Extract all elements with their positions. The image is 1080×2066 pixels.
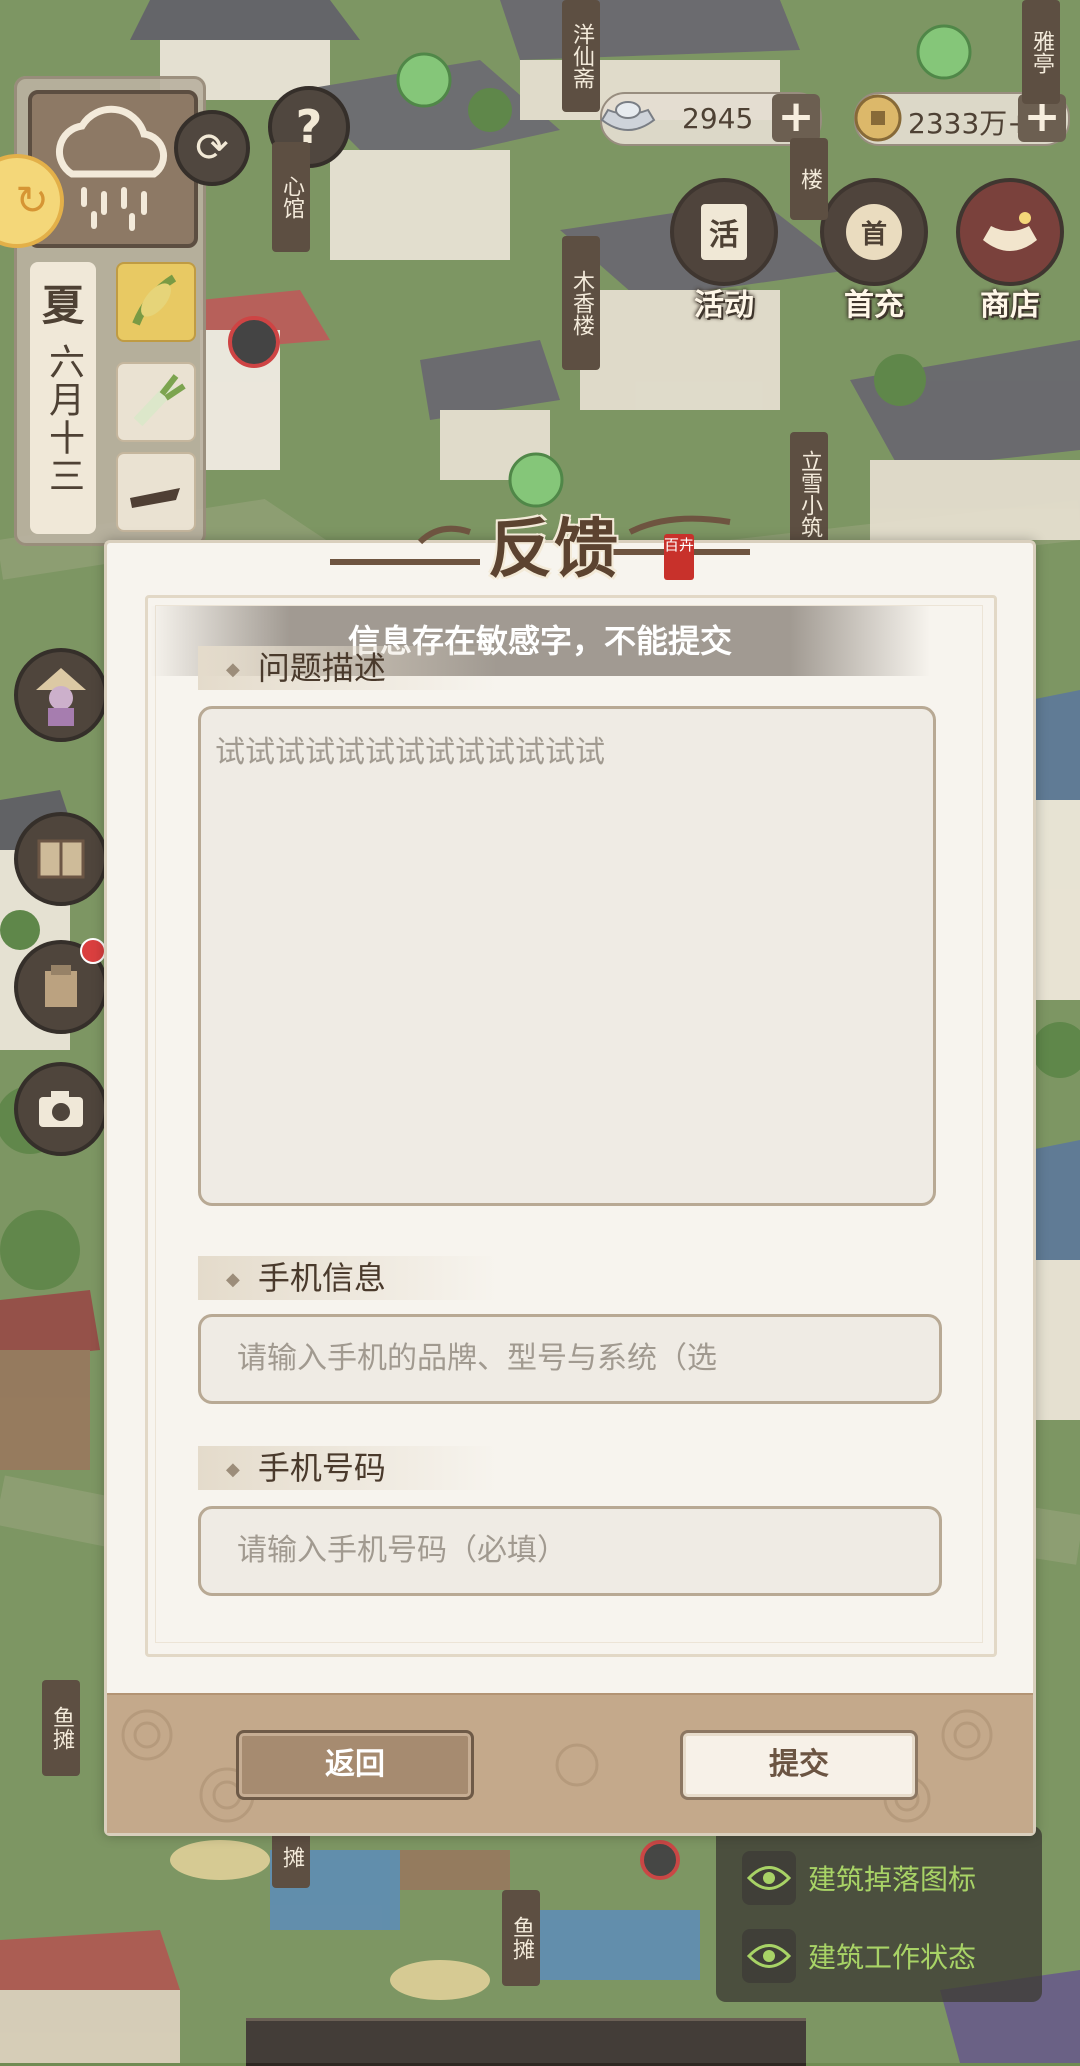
dialog-title-banner: 反馈 百卉 <box>310 492 770 602</box>
dialog-title: 反馈 <box>488 512 620 587</box>
diamond-bullet-icon: ◆ <box>226 1459 240 1480</box>
problem-description-textarea[interactable]: 试试试试试试试试试试试试试 <box>198 706 936 1206</box>
problem-description-label: ◆ 问题描述 <box>198 646 498 690</box>
phone-number-label: ◆ 手机号码 <box>198 1446 498 1490</box>
diamond-bullet-icon: ◆ <box>226 1269 240 1290</box>
back-button[interactable]: 返回 <box>236 1730 474 1800</box>
diamond-bullet-icon: ◆ <box>226 659 240 680</box>
phone-info-input[interactable]: 请输入手机的品牌、型号与系统（选 <box>198 1314 942 1404</box>
title-seal: 百卉 <box>664 534 694 580</box>
submit-button[interactable]: 提交 <box>680 1730 918 1800</box>
phone-info-label: ◆ 手机信息 <box>198 1256 498 1300</box>
phone-number-input[interactable]: 请输入手机号码（必填） <box>198 1506 942 1596</box>
